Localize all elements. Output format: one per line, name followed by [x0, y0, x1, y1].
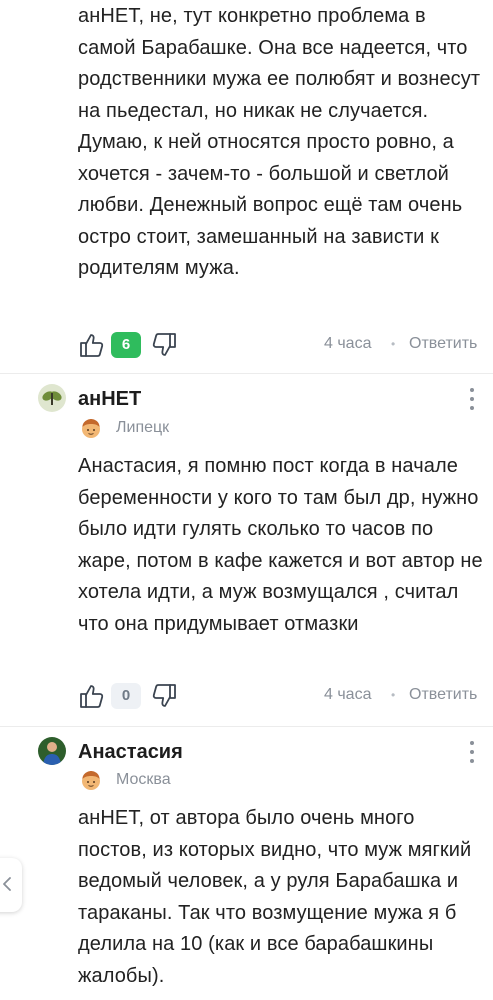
like-count: 0	[111, 683, 141, 709]
chevron-left-icon	[3, 877, 11, 891]
comment-time: 4 часа	[324, 686, 372, 703]
comment-actions: 6 4 часа • Ответить	[78, 331, 488, 361]
more-vertical-icon[interactable]	[462, 386, 482, 412]
avatar[interactable]	[38, 737, 66, 765]
thumbs-up-icon[interactable]	[78, 682, 106, 710]
author-city: Москва	[116, 771, 171, 788]
divider	[0, 726, 493, 727]
side-panel-toggle[interactable]	[0, 858, 22, 912]
comment-text: анНЕТ, не, тут конкретно проблема в само…	[78, 5, 481, 279]
thumbs-down-icon[interactable]	[150, 331, 178, 359]
more-vertical-icon[interactable]	[462, 739, 482, 765]
reply-button[interactable]: Ответить	[409, 335, 477, 353]
divider	[0, 373, 493, 374]
thumbs-down-icon[interactable]	[150, 682, 178, 710]
avatar[interactable]	[38, 384, 66, 412]
like-count: 6	[111, 332, 141, 358]
thumbs-up-icon[interactable]	[78, 331, 106, 359]
reply-button[interactable]: Ответить	[409, 686, 477, 704]
author-name[interactable]: анНЕТ	[78, 388, 141, 411]
comment-text: анНЕТ, от автора было очень много постов…	[78, 807, 472, 987]
comment-actions: 0 4 часа • Ответить	[78, 682, 488, 712]
user-emoji-icon	[80, 418, 102, 440]
comment-text: Анастасия, я помню пост когда в начале б…	[78, 455, 483, 635]
author-name[interactable]: Анастасия	[78, 741, 183, 764]
separator-dot: •	[391, 688, 396, 702]
user-emoji-icon	[80, 770, 102, 792]
separator-dot: •	[391, 337, 396, 351]
author-city: Липецк	[116, 419, 170, 436]
comment-time: 4 часа	[324, 335, 372, 352]
